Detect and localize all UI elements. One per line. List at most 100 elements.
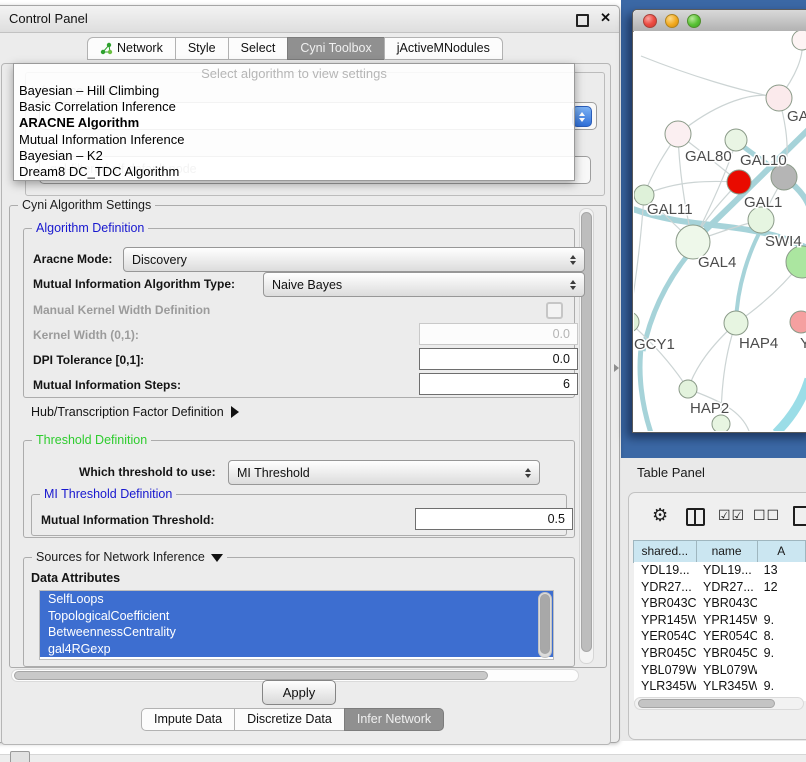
column-layout-icon[interactable]	[686, 508, 705, 526]
network-node[interactable]	[790, 311, 806, 333]
kernel-width-field[interactable]: 0.0	[419, 323, 578, 345]
aracne-mode-label: Aracne Mode:	[33, 252, 112, 266]
settings-horizontal-scrollbar-thumb[interactable]	[14, 671, 488, 680]
network-node-label: GCY1	[634, 336, 675, 353]
select-all-checkboxes-icon[interactable]: ☑☑	[718, 507, 745, 524]
mi-threshold-field[interactable]: 0.5	[415, 508, 573, 530]
network-node[interactable]	[792, 31, 806, 50]
algorithm-dropdown-popup: Select algorithm to view settings Bayesi…	[13, 63, 575, 181]
tab-impute-data[interactable]: Impute Data	[141, 708, 235, 731]
network-node[interactable]	[724, 311, 748, 335]
control-panel-tabs: Network Style Select Cyni Toolbox jActiveMNo…	[87, 37, 503, 60]
table-row[interactable]: YLR345WYLR345W9.	[634, 678, 806, 695]
close-traffic-light-icon[interactable]	[643, 14, 657, 28]
close-window-icon[interactable]: ✕	[600, 10, 611, 26]
tab-label: Cyni Toolbox	[300, 41, 371, 55]
table-row[interactable]: YER054CYER054C8.	[634, 628, 806, 645]
tab-label: Style	[188, 41, 216, 55]
tab-infer-network[interactable]: Infer Network	[344, 708, 444, 731]
table-column-header[interactable]: A	[757, 540, 806, 563]
table-cell: YDR27...	[696, 579, 757, 596]
dropdown-item[interactable]: Mutual Information Inference	[14, 132, 574, 148]
tab-discretize-data[interactable]: Discretize Data	[234, 708, 345, 731]
zoom-traffic-light-icon[interactable]	[687, 14, 701, 28]
dropdown-item[interactable]: Bayesian – Hill Climbing	[14, 83, 574, 99]
table-column-header[interactable]: shared...	[633, 540, 697, 563]
table-row[interactable]: YDL19...YDL19...13	[634, 562, 806, 579]
network-node-label: GAL10	[740, 152, 787, 169]
network-node[interactable]	[786, 246, 806, 278]
table-cell: YBR045C	[634, 645, 696, 662]
network-edge[interactable]	[644, 181, 739, 195]
apply-button[interactable]: Apply	[262, 680, 336, 705]
network-node-label: HAP2	[690, 400, 729, 417]
network-window-titlebar	[633, 10, 806, 32]
deselect-all-checkboxes-icon[interactable]: ☐☐	[753, 507, 780, 524]
table-horizontal-scrollbar[interactable]	[634, 697, 804, 710]
table-cell	[757, 662, 806, 679]
table-horizontal-scrollbar-thumb[interactable]	[638, 699, 775, 708]
dropdown-item[interactable]: Bayesian – K2	[14, 148, 574, 164]
table-column-header[interactable]: name	[696, 540, 758, 563]
mi-steps-field[interactable]: 6	[419, 373, 578, 395]
list-vertical-scrollbar-thumb[interactable]	[540, 594, 550, 654]
kernel-width-label: Kernel Width (0,1):	[33, 328, 139, 342]
table-cell: YPR145W	[696, 612, 757, 629]
manual-kernel-width-checkbox[interactable]	[546, 302, 563, 319]
list-vertical-scrollbar[interactable]	[538, 592, 552, 658]
network-view-window: GALGAL80GAL10GAL11GAL1SWI4GAL4GCY1HAP4YH…	[632, 9, 806, 433]
tab-label: jActiveMNodules	[397, 41, 490, 55]
network-edge[interactable]	[640, 341, 651, 431]
network-edge[interactable]	[776, 379, 806, 431]
network-node[interactable]	[634, 312, 639, 332]
sources-label[interactable]: Sources for Network Inference	[32, 550, 227, 564]
dropdown-item[interactable]: Dream8 DC_TDC Algorithm	[14, 164, 574, 180]
network-node[interactable]	[679, 380, 697, 398]
table-row[interactable]: YDR27...YDR27...12	[634, 579, 806, 596]
export-table-icon[interactable]	[793, 506, 806, 526]
node-table: shared...nameA	[634, 540, 806, 563]
dropdown-item[interactable]: Basic Correlation Inference	[14, 99, 574, 115]
dpi-tolerance-field[interactable]: 0.0	[419, 348, 578, 370]
dropdown-item[interactable]: ARACNE Algorithm	[14, 115, 574, 131]
network-node[interactable]	[727, 170, 751, 194]
network-node[interactable]	[665, 121, 691, 147]
minimize-traffic-light-icon[interactable]	[665, 14, 679, 28]
float-window-icon[interactable]	[576, 14, 589, 27]
data-attribute-item[interactable]: BetweennessCentrality	[40, 624, 553, 641]
node-table-rows: YDL19...YDL19...13YDR27...YDR27...12YBR0…	[634, 562, 806, 701]
combo-spinner-icon	[564, 255, 576, 265]
table-cell: YBL079W	[696, 662, 757, 679]
collapsed-panel-icon[interactable]	[10, 751, 30, 762]
tab-select[interactable]: Select	[228, 37, 289, 60]
tab-network[interactable]: Network	[87, 37, 176, 60]
table-row[interactable]: YBR043CYBR043C	[634, 595, 806, 612]
tab-style[interactable]: Style	[175, 37, 229, 60]
aracne-mode-combobox[interactable]: Discovery	[123, 247, 585, 272]
network-node-label: GAL1	[744, 194, 782, 211]
split-divider-handle[interactable]	[614, 364, 619, 372]
data-attribute-item[interactable]: TopologicalCoefficient	[40, 608, 553, 625]
network-node-label: GAL11	[647, 201, 693, 218]
network-edge[interactable]	[678, 95, 779, 134]
data-attribute-item[interactable]: gal4RGexp	[40, 641, 553, 658]
mi-algorithm-type-label: Mutual Information Algorithm Type:	[33, 277, 235, 291]
data-attribute-item[interactable]: SelfLoops	[40, 591, 553, 608]
table-row[interactable]: YPR145WYPR145W9.	[634, 612, 806, 629]
table-panel-titlebar: Table Panel	[621, 458, 806, 488]
network-node-label: Y	[800, 335, 806, 352]
mi-algorithm-type-combobox[interactable]: Naive Bayes	[263, 272, 585, 297]
aracne-mode-value: Discovery	[132, 253, 187, 267]
network-edge[interactable]	[641, 56, 779, 98]
network-canvas[interactable]: GALGAL80GAL10GAL11GAL1SWI4GAL4GCY1HAP4YH…	[634, 31, 806, 431]
table-row[interactable]: YBL079WYBL079W	[634, 662, 806, 679]
hub-transcription-factor-expander[interactable]: Hub/Transcription Factor Definition	[31, 405, 239, 419]
network-node[interactable]	[712, 415, 730, 431]
table-row[interactable]: YBR045CYBR045C9.	[634, 645, 806, 662]
settings-gear-icon[interactable]: ⚙	[652, 505, 668, 526]
tab-cyni-toolbox[interactable]: Cyni Toolbox	[287, 37, 384, 60]
table-cell: 12	[757, 579, 806, 596]
tab-jactivemnodules[interactable]: jActiveMNodules	[384, 37, 503, 60]
network-edge[interactable]	[736, 226, 763, 323]
which-threshold-combobox[interactable]: MI Threshold	[228, 460, 540, 485]
